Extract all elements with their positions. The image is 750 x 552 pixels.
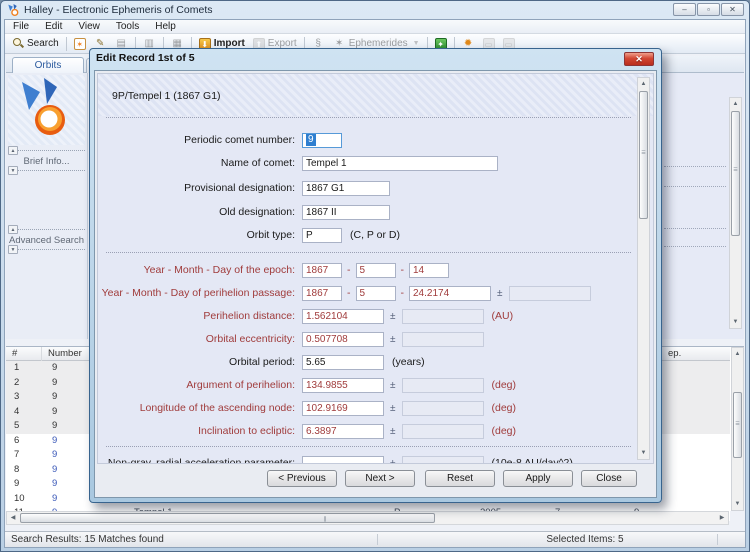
scroll-down-icon[interactable]: ▼ (730, 316, 741, 328)
dialog-title: Edit Record 1st of 5 (96, 52, 195, 64)
header-epoch-partial[interactable]: ep. (662, 347, 726, 361)
scroll-up-icon[interactable]: ▲ (730, 98, 741, 110)
field-argument-of-perihelion: Argument of perihelion: ± (deg) (98, 377, 635, 393)
passage-day-input[interactable] (409, 285, 491, 301)
detail-panel: ▲ ☰ ▼ (659, 73, 744, 339)
field-name-of-comet: Name of comet: (98, 155, 635, 171)
orbital-period-input[interactable] (302, 354, 384, 370)
new-record-button[interactable]: ✶ (70, 37, 90, 51)
next-button[interactable]: Next > (345, 470, 415, 487)
scroll-up-icon[interactable]: ▲ (638, 78, 649, 90)
header-index[interactable]: # (6, 347, 42, 361)
old-designation-input[interactable] (302, 204, 390, 220)
new-record-icon: ✶ (73, 37, 86, 50)
field-orbital-eccentricity: Orbital eccentricity: ± (98, 331, 635, 347)
longitude-ascending-node-input[interactable] (302, 400, 384, 416)
field-orbital-period: Orbital period: (years) (98, 354, 635, 370)
advanced-search-expand-button[interactable]: ▼ (8, 245, 18, 254)
scroll-down-icon[interactable]: ▼ (638, 447, 649, 459)
eccentricity-uncertainty-input (401, 331, 484, 347)
close-button[interactable]: ✕ (721, 3, 744, 16)
name-of-comet-input[interactable] (302, 155, 498, 171)
table-vscrollbar[interactable]: ▲ ☰ ▼ (731, 347, 744, 511)
app-window: Halley - Electronic Ephemeris of Comets … (0, 0, 750, 552)
periodic-comet-number-input[interactable]: 9 (302, 132, 342, 148)
field-periodic-comet-number: Periodic comet number: 9 (98, 132, 635, 148)
comet-logo (8, 75, 85, 145)
field-epoch-date: Year - Month - Day of the epoch: - - (98, 262, 635, 278)
passage-month-input[interactable] (355, 285, 396, 301)
scroll-up-icon[interactable]: ▲ (732, 348, 743, 360)
maximize-button[interactable]: ▫ (697, 3, 720, 16)
menu-file[interactable]: File (5, 21, 37, 32)
advanced-search-collapse-button[interactable]: ▲ (8, 225, 18, 234)
status-results: Search Results: 15 Matches found (11, 534, 164, 545)
brief-info-expand-button[interactable]: ▼ (8, 166, 18, 175)
nongrav-uncertainty-input (401, 455, 484, 463)
menu-edit[interactable]: Edit (37, 21, 70, 32)
provisional-designation-input[interactable] (302, 180, 390, 196)
passage-year-input[interactable] (302, 285, 342, 301)
menu-tools[interactable]: Tools (108, 21, 147, 32)
sidebar: ▲ Brief Info... ▼ ▲ Advanced Search ▼ (6, 73, 88, 339)
sidebar-advanced-search[interactable]: Advanced Search (6, 235, 87, 246)
epoch-year-input[interactable] (302, 262, 342, 278)
scroll-right-icon[interactable]: ▶ (716, 512, 728, 524)
titlebar: Halley - Electronic Ephemeris of Comets … (1, 1, 749, 19)
epoch-month-input[interactable] (355, 262, 396, 278)
menu-view[interactable]: View (70, 21, 108, 32)
nongrav-radial-input[interactable] (302, 455, 384, 463)
orbit-type-input[interactable] (302, 227, 342, 243)
menu-help[interactable]: Help (147, 21, 184, 32)
close-icon: ✕ (635, 54, 643, 64)
sidebar-brief-info[interactable]: Brief Info... (6, 156, 87, 167)
field-longitude-ascending-node: Longitude of the ascending node: ± (deg) (98, 400, 635, 416)
brief-info-collapse-button[interactable]: ▲ (8, 146, 18, 155)
orbital-eccentricity-input[interactable] (302, 331, 384, 347)
argument-uncertainty-input (401, 377, 484, 393)
inclination-input[interactable] (302, 423, 384, 439)
status-selected: Selected Items: 5 (546, 534, 624, 545)
tab-orbits[interactable]: Orbits (12, 57, 84, 73)
field-perihelion-passage-date: Year - Month - Day of perihelion passage… (98, 285, 635, 301)
previous-button[interactable]: < Previous (267, 470, 337, 487)
field-nongrav-radial-acceleration: Non-grav. radial acceleration parameter:… (98, 455, 635, 463)
search-button[interactable]: Search (9, 37, 63, 50)
perihelion-distance-uncertainty-input (401, 308, 484, 324)
table-hscrollbar[interactable]: ◀ ⫼ ▶ (6, 511, 729, 525)
edit-record-dialog: Edit Record 1st of 5 ✕ 9P/Tempel 1 (1867… (89, 48, 662, 503)
minimize-button[interactable]: – (673, 3, 696, 16)
detail-panel-scrollbar[interactable]: ▲ ☰ ▼ (729, 97, 742, 329)
inclination-uncertainty-input (401, 423, 484, 439)
argument-of-perihelion-input[interactable] (302, 377, 384, 393)
dialog-buttons: < Previous Next > Reset Apply Close (95, 468, 656, 492)
field-provisional-designation: Provisional designation: (98, 180, 635, 196)
passage-uncertainty-input (508, 285, 591, 301)
perihelion-distance-input[interactable] (302, 308, 384, 324)
apply-button[interactable]: Apply (503, 470, 573, 487)
record-header: 9P/Tempel 1 (1867 G1) (112, 90, 221, 102)
window-title: Halley - Electronic Ephemeris of Comets (24, 4, 213, 16)
field-old-designation: Old designation: (98, 204, 635, 220)
scroll-down-icon[interactable]: ▼ (732, 498, 743, 510)
field-orbit-type: Orbit type: (C, P or D) (98, 227, 635, 243)
field-inclination-to-ecliptic: Inclination to ecliptic: ± (deg) (98, 423, 635, 439)
status-bar: Search Results: 15 Matches found Selecte… (5, 531, 745, 547)
menu-bar: File Edit View Tools Help (5, 20, 745, 34)
ephemerides-dropdown-icon[interactable]: ▼ (413, 40, 420, 47)
dialog-body: 9P/Tempel 1 (1867 G1) Periodic comet num… (94, 70, 657, 498)
close-dialog-button[interactable]: Close (581, 470, 637, 487)
search-icon (13, 38, 24, 49)
field-perihelion-distance: Perihelion distance: ± (AU) (98, 308, 635, 324)
dialog-form: 9P/Tempel 1 (1867 G1) Periodic comet num… (97, 73, 654, 464)
epoch-day-input[interactable] (409, 262, 449, 278)
dialog-scrollbar[interactable]: ▲ ☰ ▼ (637, 77, 650, 460)
longitude-uncertainty-input (401, 400, 484, 416)
reset-button[interactable]: Reset (425, 470, 495, 487)
dialog-close-button[interactable]: ✕ (624, 52, 654, 66)
app-logo-icon (8, 3, 19, 16)
scroll-left-icon[interactable]: ◀ (7, 512, 19, 524)
